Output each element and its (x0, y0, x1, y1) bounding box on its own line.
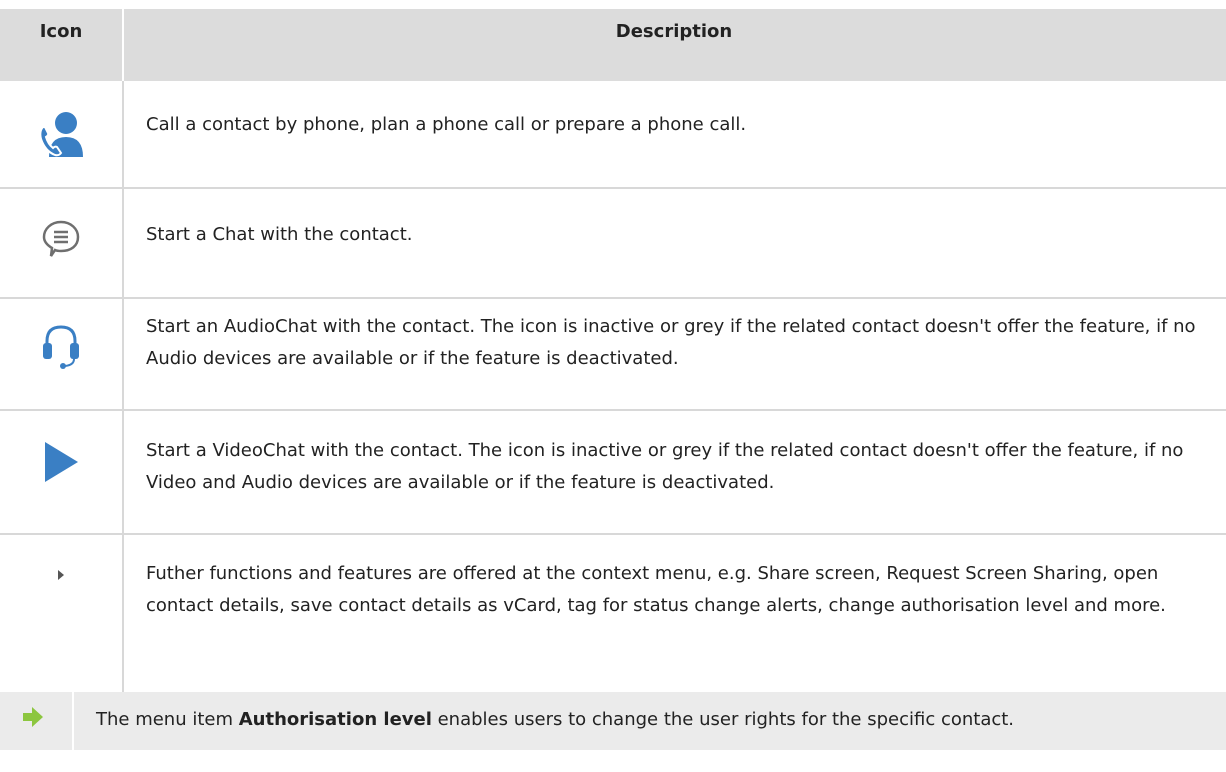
column-separator (122, 81, 124, 189)
table-row: Start a Chat with the contact. (0, 189, 1226, 299)
column-separator (122, 535, 124, 692)
table-header: Icon Description (0, 9, 1226, 81)
row-description: Start a Chat with the contact. (146, 224, 413, 245)
table-row: Start a VideoChat with the contact. The … (0, 411, 1226, 535)
note-suffix: enables users to change the user rights … (431, 709, 1015, 730)
video-play-icon (0, 439, 122, 485)
green-arrow-right-icon (22, 706, 44, 732)
context-menu-arrow-icon (0, 569, 122, 581)
row-description: Start an AudioChat with the contact. The… (146, 316, 1196, 369)
note-menu-item: Authorisation level (238, 709, 432, 730)
column-separator (122, 299, 124, 411)
table-row: Start an AudioChat with the contact. The… (0, 299, 1226, 411)
note-box: The menu item Authorisation level enable… (0, 692, 1226, 750)
table-row: Call a contact by phone, plan a phone ca… (0, 81, 1226, 189)
headset-icon (0, 323, 122, 371)
column-separator (122, 411, 124, 535)
table-row: Futher functions and features are offere… (0, 535, 1226, 692)
column-separator (122, 189, 124, 299)
row-description: Futher functions and features are offere… (146, 563, 1166, 616)
row-description: Start a VideoChat with the contact. The … (146, 440, 1184, 493)
note-prefix: The menu item (96, 709, 239, 730)
chat-bubble-icon (0, 219, 122, 259)
note-text: The menu item Authorisation level enable… (96, 705, 1216, 735)
note-separator (72, 692, 74, 750)
phone-contact-icon (0, 109, 122, 159)
row-description: Call a contact by phone, plan a phone ca… (146, 114, 747, 135)
